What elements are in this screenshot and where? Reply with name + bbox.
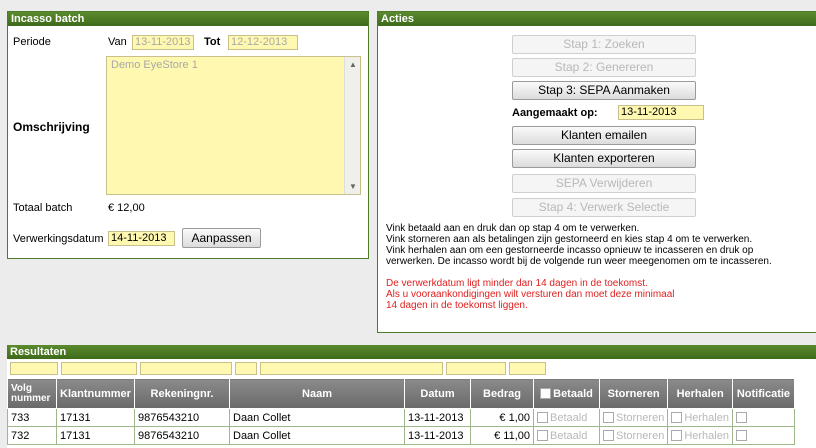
periode-label: Periode: [13, 36, 51, 48]
stap1-zoeken-button[interactable]: Stap 1: Zoeken: [512, 35, 696, 54]
table-row[interactable]: 733 17131 9876543210 Daan Collet 13-11-2…: [7, 408, 795, 427]
stap3-sepa-button[interactable]: Stap 3: SEPA Aanmaken: [512, 81, 696, 100]
notificatie-checkbox[interactable]: [735, 412, 747, 424]
totaal-value: € 12,00: [108, 202, 145, 214]
cell-rekeningnr: 9876543210: [134, 426, 230, 445]
table-header-row: Volg nummer Klantnummer Rekeningnr. Naam…: [7, 378, 795, 409]
filter-volg-input[interactable]: [10, 362, 58, 375]
cell-klantnummer: 17131: [56, 408, 135, 427]
select-all-checkbox[interactable]: [540, 388, 552, 400]
scroll-down-icon[interactable]: ▼: [349, 182, 357, 191]
cell-bedrag: € 1,00: [470, 408, 534, 427]
omschrijving-text: Demo EyeStore 1: [111, 59, 198, 71]
info-line: Vink herhalen aan om een gestorneerde in…: [386, 245, 754, 256]
aangemaakt-date-field[interactable]: 13-11-2013: [618, 105, 704, 120]
klanten-exporteren-button[interactable]: Klanten exporteren: [512, 149, 696, 168]
col-betaald[interactable]: Betaald: [533, 378, 600, 409]
van-label: Van: [108, 36, 127, 48]
warning-line: Als u vooraankondigingen wilt versturen …: [386, 289, 675, 300]
filter-naam-input[interactable]: [260, 362, 443, 375]
col-notificatie[interactable]: Notificatie: [731, 378, 795, 409]
cell-bedrag: € 11,00: [470, 426, 534, 445]
warning-line: 14 dagen in de toekomst liggen.: [386, 300, 528, 311]
col-datum[interactable]: Datum: [404, 378, 471, 409]
cell-herhalen[interactable]: Herhalen: [667, 426, 733, 445]
filter-small-input[interactable]: [235, 362, 257, 375]
cell-datum: 13-11-2013: [404, 426, 471, 445]
scroll-up-icon[interactable]: ▲: [349, 60, 357, 69]
cell-rekeningnr: 9876543210: [134, 408, 230, 427]
acties-panel: Acties Stap 1: Zoeken Stap 2: Genereren …: [377, 11, 816, 333]
info-line: Vink storneren aan als betalingen zijn g…: [386, 234, 753, 245]
stap2-genereren-button[interactable]: Stap 2: Genereren: [512, 58, 696, 77]
herhalen-checkbox[interactable]: [671, 430, 683, 442]
cell-betaald[interactable]: Betaald: [533, 408, 600, 427]
info-line: verwerken. De incasso wordt bij de volge…: [386, 256, 772, 267]
verwerkingsdatum-field[interactable]: 14-11-2013: [108, 231, 175, 246]
col-klantnummer[interactable]: Klantnummer: [56, 378, 135, 409]
cell-naam: Daan Collet: [229, 426, 405, 445]
filter-datum-input[interactable]: [446, 362, 506, 375]
panel-title: Acties: [378, 12, 816, 26]
cell-datum: 13-11-2013: [404, 408, 471, 427]
col-volg[interactable]: Volg nummer: [7, 378, 57, 409]
cell-betaald[interactable]: Betaald: [533, 426, 600, 445]
tot-date-field[interactable]: 12-12-2013: [228, 35, 298, 50]
stap4-verwerk-button[interactable]: Stap 4: Verwerk Selectie: [512, 198, 696, 217]
textarea-scrollbar[interactable]: ▲ ▼: [344, 57, 360, 194]
betaald-checkbox[interactable]: [537, 430, 548, 442]
aanpassen-button[interactable]: Aanpassen: [182, 228, 261, 248]
cell-naam: Daan Collet: [229, 408, 405, 427]
panel-title: Incasso batch: [8, 12, 368, 26]
omschrijving-textarea[interactable]: Demo EyeStore 1 ▲ ▼: [106, 56, 361, 195]
herhalen-label: Herhalen: [684, 411, 729, 424]
betaald-checkbox[interactable]: [537, 412, 548, 424]
cell-notificatie[interactable]: [731, 408, 795, 427]
verwerkingsdatum-label: Verwerkingsdatum: [13, 233, 104, 245]
cell-volg: 732: [7, 426, 57, 445]
herhalen-label: Herhalen: [684, 429, 729, 442]
col-naam[interactable]: Naam: [229, 378, 405, 409]
klanten-emailen-button[interactable]: Klanten emailen: [512, 126, 696, 145]
col-rekeningnr[interactable]: Rekeningnr.: [134, 378, 230, 409]
cell-herhalen[interactable]: Herhalen: [667, 408, 733, 427]
van-date-field[interactable]: 13-11-2013: [132, 35, 194, 50]
cell-notificatie[interactable]: [731, 426, 795, 445]
incasso-batch-panel: Incasso batch Periode Van 13-11-2013 Tot…: [7, 11, 369, 259]
sepa-verwijderen-button[interactable]: SEPA Verwijderen: [512, 174, 696, 193]
cell-volg: 733: [7, 408, 57, 427]
storneren-label: Storneren: [616, 411, 665, 424]
herhalen-checkbox[interactable]: [671, 412, 683, 424]
notificatie-checkbox[interactable]: [735, 430, 747, 442]
totaal-label: Totaal batch: [13, 202, 73, 214]
col-betaald-label: Betaald: [553, 387, 593, 400]
storneren-label: Storneren: [616, 429, 665, 442]
resultaten-table: Volg nummer Klantnummer Rekeningnr. Naam…: [7, 378, 795, 445]
cell-klantnummer: 17131: [56, 426, 135, 445]
storneren-checkbox[interactable]: [603, 412, 614, 424]
betaald-label: Betaald: [550, 429, 588, 442]
cell-storneren[interactable]: Storneren: [598, 426, 669, 445]
table-row[interactable]: 732 17131 9876543210 Daan Collet 13-11-2…: [7, 426, 795, 445]
tot-label: Tot: [204, 36, 221, 48]
info-line: Vink betaald aan en druk dan op stap 4 o…: [386, 223, 640, 234]
betaald-label: Betaald: [550, 411, 588, 424]
filter-bedrag-input[interactable]: [509, 362, 546, 375]
col-herhalen[interactable]: Herhalen: [667, 378, 733, 409]
panel-title: Resultaten: [7, 345, 816, 359]
warning-line: De verwerkdatum ligt minder dan 14 dagen…: [386, 278, 648, 289]
col-storneren[interactable]: Storneren: [598, 378, 669, 409]
filter-rekeningnr-input[interactable]: [140, 362, 232, 375]
filter-klantnummer-input[interactable]: [61, 362, 137, 375]
omschrijving-label: Omschrijving: [13, 120, 90, 134]
storneren-checkbox[interactable]: [603, 430, 614, 442]
aangemaakt-label: Aangemaakt op:: [512, 107, 598, 119]
col-bedrag[interactable]: Bedrag: [470, 378, 534, 409]
cell-storneren[interactable]: Storneren: [598, 408, 669, 427]
